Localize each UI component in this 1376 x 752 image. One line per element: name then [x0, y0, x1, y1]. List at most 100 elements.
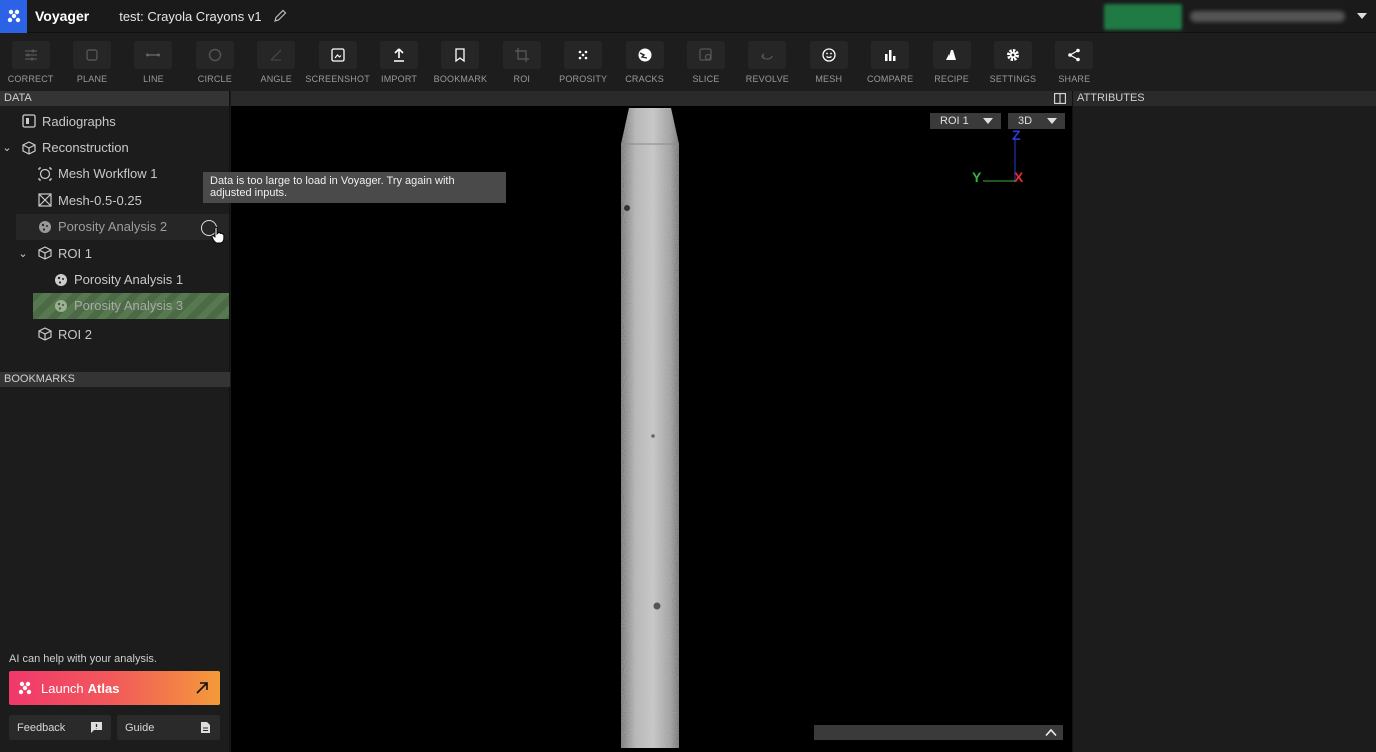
axis-x-label: X: [1014, 169, 1024, 185]
tool-settings[interactable]: SETTINGS: [982, 33, 1043, 91]
tree-item-label: Reconstruction: [42, 140, 129, 156]
feedback-label: Feedback: [17, 721, 66, 734]
data-tree: Radiographs ⌄ Reconstruction Mesh Workfl…: [0, 106, 229, 348]
chevron-down-icon[interactable]: ⌄: [16, 247, 30, 260]
orientation-gizmo[interactable]: Z Y X: [969, 127, 1029, 187]
tool-label: PLANE: [76, 74, 108, 84]
toolbar: CORRECT PLANE LINE CIRCLE ANGLE SCREENSH…: [0, 33, 1376, 91]
porosity-globe-icon: [55, 299, 67, 312]
view-mode-value: 3D: [1018, 115, 1033, 127]
3d-viewport[interactable]: Data is too large to load in Voyager. Tr…: [203, 91, 1072, 752]
tool-slice[interactable]: SLICE: [675, 33, 736, 91]
caret-down-icon: [1047, 118, 1057, 124]
tree-item-porosity-analysis-2[interactable]: Porosity Analysis 2: [16, 213, 229, 244]
tool-compare[interactable]: COMPARE: [859, 33, 920, 91]
app-window: Voyager test: Crayola Crayons v1 CORRECT…: [0, 0, 1376, 752]
gear-icon: [1006, 49, 1019, 61]
tree-item-roi-2[interactable]: ROI 2: [0, 321, 229, 347]
tree-item-mesh-workflow-1[interactable]: Mesh Workflow 1: [0, 161, 229, 187]
tool-label: RECIPE: [934, 74, 969, 84]
ai-prompt-text: AI can help with your analysis.: [9, 653, 157, 665]
logo-mark-icon: [7, 9, 20, 23]
attributes-panel: ATTRIBUTES: [1072, 91, 1376, 752]
guide-label: Guide: [125, 721, 155, 734]
document-icon: [201, 722, 210, 733]
tree-item-label: Porosity Analysis 3: [74, 298, 184, 314]
tool-roi[interactable]: ROI: [491, 33, 552, 91]
tool-plane[interactable]: PLANE: [61, 33, 122, 91]
tree-item-label: Porosity Analysis 2: [58, 219, 168, 235]
crayon-volume-render: [621, 108, 679, 748]
screenshot-icon: [330, 48, 345, 62]
tree-item-porosity-analysis-3[interactable]: Porosity Analysis 3: [33, 292, 229, 320]
tool-revolve[interactable]: REVOLVE: [737, 33, 798, 91]
data-panel-title: DATA: [0, 91, 229, 106]
tool-label: ANGLE: [260, 74, 293, 84]
tree-item-porosity-analysis-1[interactable]: Porosity Analysis 1: [0, 266, 229, 292]
tree-item-label: ROI 1: [58, 245, 92, 261]
line-icon: [146, 53, 161, 57]
feedback-icon: [91, 722, 102, 733]
cube-icon: [38, 246, 52, 260]
voyager-logo[interactable]: [0, 0, 27, 33]
guide-button[interactable]: Guide: [117, 715, 220, 740]
atlas-logo-icon: [18, 681, 32, 695]
cube-icon: [22, 140, 36, 155]
project-title[interactable]: test: Crayola Crayons v1: [119, 9, 261, 24]
tool-angle[interactable]: ANGLE: [246, 33, 307, 91]
tree-item-label: ROI 2: [58, 326, 92, 342]
tool-label: ROI: [513, 74, 531, 84]
mesh-workflow-icon: [38, 167, 52, 181]
tool-label: REVOLVE: [745, 74, 789, 84]
radiograph-icon: [22, 114, 36, 128]
tool-line[interactable]: LINE: [123, 33, 184, 91]
tool-label: SETTINGS: [989, 74, 1037, 84]
launch-label: Launch: [41, 680, 84, 696]
angle-icon: [270, 49, 282, 61]
tree-item-mesh-0-5-0-25[interactable]: Mesh-0.5-0.25: [0, 187, 229, 213]
launch-atlas-button[interactable]: Launch Atlas: [9, 671, 220, 705]
mesh-icon: [822, 48, 836, 62]
chevron-down-icon[interactable]: ⌄: [0, 141, 14, 154]
error-tooltip: Data is too large to load in Voyager. Tr…: [203, 172, 506, 203]
tool-cracks[interactable]: CRACKS: [614, 33, 675, 91]
tree-item-label: Mesh-0.5-0.25: [58, 192, 142, 208]
tool-screenshot[interactable]: SCREENSHOT: [305, 33, 370, 91]
top-bar: Voyager test: Crayola Crayons v1: [0, 0, 1376, 33]
chevron-down-icon[interactable]: [1356, 10, 1368, 22]
feedback-button[interactable]: Feedback: [9, 715, 111, 740]
tool-bookmark[interactable]: BOOKMARK: [430, 33, 491, 91]
user-email[interactable]: [1190, 11, 1345, 22]
tool-mesh[interactable]: MESH: [798, 33, 859, 91]
pencil-icon[interactable]: [272, 8, 288, 24]
axis-y-label: Y: [972, 169, 982, 185]
status-badge[interactable]: [1104, 4, 1182, 30]
tool-label: SLICE: [692, 74, 720, 84]
app-name: Voyager: [35, 8, 90, 24]
tool-circle[interactable]: CIRCLE: [184, 33, 245, 91]
tree-item-radiographs[interactable]: Radiographs: [0, 108, 229, 134]
tool-label: MESH: [815, 74, 843, 84]
axis-z-label: Z: [1012, 127, 1021, 143]
cracks-icon: [638, 48, 652, 62]
chevron-up-icon[interactable]: [1045, 728, 1057, 737]
tool-porosity[interactable]: POROSITY: [553, 33, 614, 91]
tool-label: SHARE: [1058, 74, 1091, 84]
timeline-drawer[interactable]: [814, 725, 1063, 740]
tree-item-roi-1[interactable]: ⌄ ROI 1: [0, 240, 229, 266]
tool-label: CORRECT: [7, 74, 54, 84]
tool-share[interactable]: SHARE: [1044, 33, 1105, 91]
tool-recipe[interactable]: RECIPE: [921, 33, 982, 91]
tree-item-reconstruction[interactable]: ⌄ Reconstruction: [0, 134, 229, 160]
tool-import[interactable]: IMPORT: [368, 33, 429, 91]
tool-label: BOOKMARK: [433, 74, 488, 84]
mesh-box-icon: [38, 193, 52, 207]
split-panel-icon[interactable]: [1054, 93, 1066, 104]
tool-label: IMPORT: [381, 74, 418, 84]
tool-label: CRACKS: [625, 74, 664, 84]
slice-icon: [699, 48, 712, 61]
recipe-icon: [945, 50, 956, 60]
tool-correct[interactable]: CORRECT: [0, 33, 61, 91]
share-icon: [1068, 48, 1081, 62]
tool-label: SCREENSHOT: [305, 74, 370, 84]
